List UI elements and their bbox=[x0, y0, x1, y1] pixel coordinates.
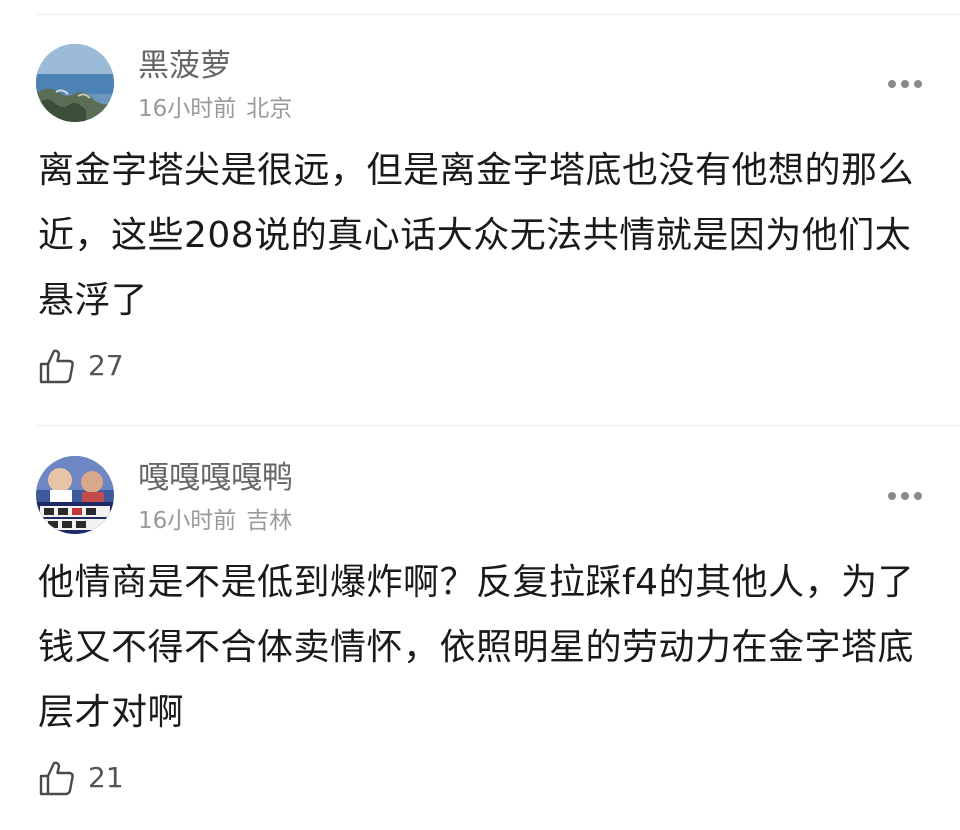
like-count: 27 bbox=[88, 349, 124, 382]
thumbs-up-icon bbox=[39, 349, 74, 384]
username[interactable]: 黑菠萝 bbox=[138, 48, 231, 84]
comment-meta: 16小时前 吉林 bbox=[138, 507, 292, 535]
location: 北京 bbox=[246, 96, 293, 122]
like-count: 21 bbox=[88, 761, 124, 794]
comment-meta: 16小时前 北京 bbox=[138, 95, 292, 123]
avatar[interactable] bbox=[36, 44, 114, 122]
seaside-avatar-image bbox=[36, 44, 114, 122]
timestamp: 16小时前 bbox=[138, 508, 237, 534]
comment-divider bbox=[36, 425, 960, 426]
location: 吉林 bbox=[246, 508, 293, 534]
comment-text: 他情商是不是低到爆炸啊？反复拉踩f4的其他人，为了钱又不得不合体卖情怀，依照明星… bbox=[38, 562, 915, 733]
more-dots-icon[interactable] bbox=[888, 80, 922, 90]
timestamp: 16小时前 bbox=[138, 96, 237, 122]
comment-text: 离金字塔尖是很远，但是离金字塔底也没有他想的那么近，这些208说的真心话大众无法… bbox=[38, 150, 915, 321]
top-divider bbox=[36, 14, 960, 15]
like-button[interactable]: 27 bbox=[38, 346, 124, 386]
username[interactable]: 嘎嘎嘎嘎鸭 bbox=[138, 460, 293, 496]
like-button[interactable]: 21 bbox=[38, 758, 124, 798]
thumbs-up-icon bbox=[39, 761, 74, 796]
more-dots-icon[interactable] bbox=[888, 492, 922, 502]
avatar[interactable] bbox=[36, 456, 114, 534]
tv-show-avatar-image bbox=[36, 456, 114, 534]
